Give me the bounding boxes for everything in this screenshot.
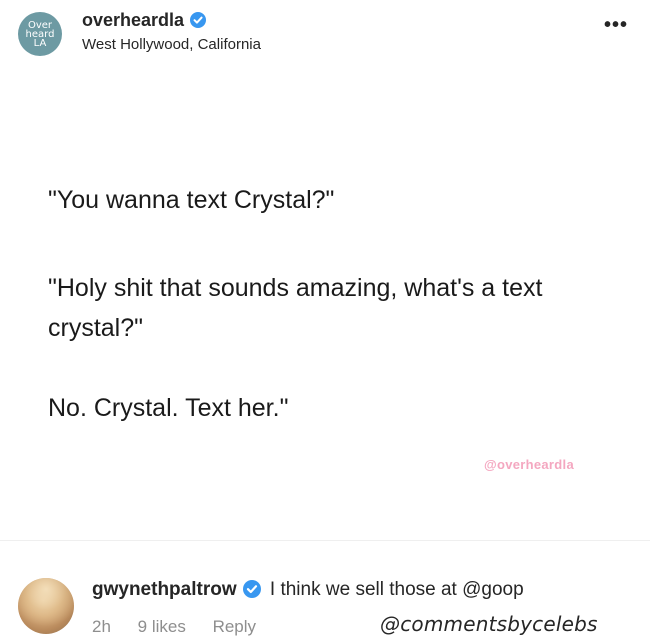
comment-username[interactable]: gwynethpaltrow bbox=[92, 579, 237, 600]
profile-avatar[interactable]: Over heard LA bbox=[18, 12, 62, 56]
post-username-row: overheardla bbox=[82, 10, 207, 31]
post-location[interactable]: West Hollywood, California bbox=[82, 36, 261, 53]
reply-button[interactable]: Reply bbox=[213, 617, 256, 636]
post-header: Over heard LA overheardla West Hollywood… bbox=[0, 0, 650, 70]
more-horizontal-icon[interactable]: ••• bbox=[604, 15, 628, 35]
comment-avatar[interactable] bbox=[18, 578, 74, 634]
post-watermark: @overheardla bbox=[484, 457, 574, 472]
comment-time: 2h bbox=[92, 617, 111, 636]
post-username[interactable]: overheardla bbox=[82, 10, 184, 30]
comment-likes[interactable]: 9 likes bbox=[138, 617, 186, 636]
credit-watermark: @commentsbycelebs bbox=[380, 612, 598, 636]
verified-badge-icon bbox=[242, 580, 261, 598]
comment-meta: 2h 9 likes Reply bbox=[92, 617, 278, 637]
post-quote-line-3: No. Crystal. Text her." bbox=[48, 394, 289, 422]
comment-text: I think we sell those at @goop bbox=[269, 579, 524, 600]
avatar-line-3: LA bbox=[33, 37, 47, 49]
post-quote-line-2: "Holy shit that sounds amazing, what's a… bbox=[48, 274, 543, 342]
verified-badge-icon bbox=[190, 12, 207, 28]
divider bbox=[0, 540, 650, 541]
comment-row: gwynethpaltrow I think we sell those at … bbox=[92, 579, 524, 601]
post-quote-line-1: "You wanna text Crystal?" bbox=[48, 186, 335, 214]
